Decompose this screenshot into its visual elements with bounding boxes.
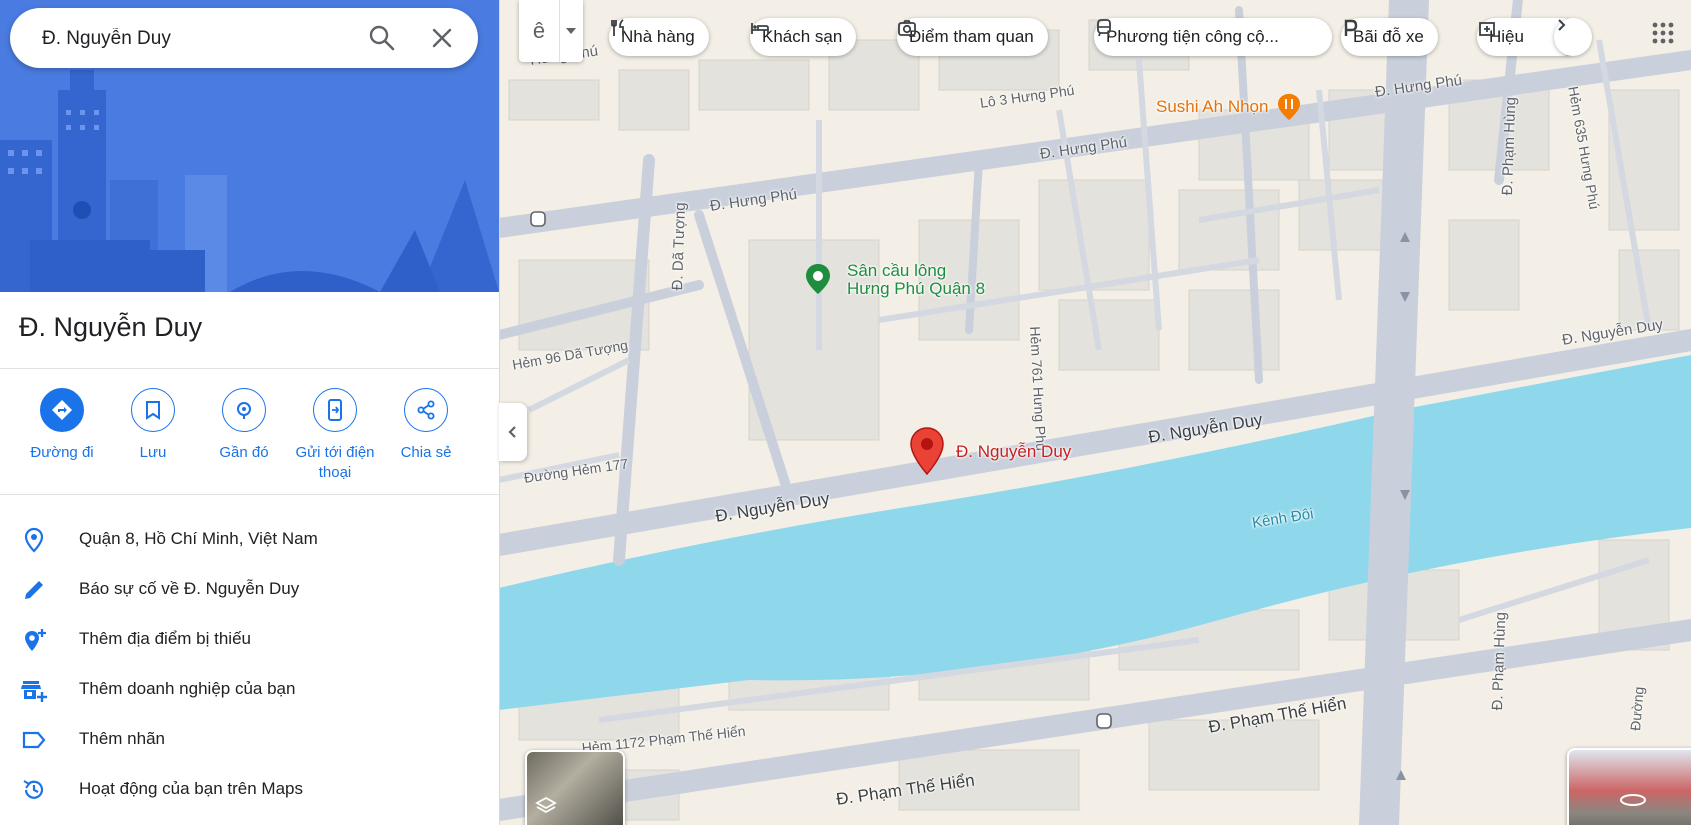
send-to-phone-icon <box>328 399 342 421</box>
action-label: Chia sẻ <box>400 444 452 461</box>
layers-button[interactable] <box>525 750 625 825</box>
add-business-icon <box>21 681 47 702</box>
input-tools-button[interactable]: ê <box>519 0 560 62</box>
place-panel: Đ. Nguyễn Duy Đường đi Lưu Gần đó Gửi tớ… <box>0 0 500 825</box>
chip-hotels[interactable]: Khách sạn <box>750 18 857 56</box>
address-row[interactable]: Quận 8, Hồ Chí Minh, Việt Nam <box>0 516 499 562</box>
restaurant-marker-icon[interactable] <box>1277 93 1301 121</box>
add-place-icon <box>25 629 46 651</box>
place-title: Đ. Nguyễn Duy <box>19 312 203 342</box>
camera-icon <box>898 20 916 36</box>
chip-label: Phương tiện công cộ... <box>1106 27 1279 46</box>
send-to-phone-button[interactable]: Gửi tới điện thoại <box>289 388 381 483</box>
chips-next-button[interactable] <box>1554 18 1592 56</box>
action-label: Gần đó <box>219 444 269 461</box>
input-tools-box: ê <box>519 0 583 62</box>
input-tools-dropdown[interactable] <box>559 0 583 62</box>
nearby-icon <box>237 402 251 419</box>
hero-illustration <box>0 0 499 292</box>
chevron-right-icon <box>1558 19 1566 31</box>
directions-button[interactable]: Đường đi <box>16 388 108 463</box>
search-input[interactable] <box>40 8 364 70</box>
maps-activity-text: Hoạt động của bạn trên Maps <box>79 779 303 798</box>
add-business-row[interactable]: Thêm doanh nghiệp của bạn <box>0 666 499 712</box>
street-label: Đ. Dã Tượng <box>669 202 690 291</box>
add-label-row[interactable]: Thêm nhãn <box>0 716 499 762</box>
street-label: Đ. Phạm Hùng <box>1489 611 1510 711</box>
apps-grid-icon[interactable] <box>1652 22 1674 44</box>
save-button[interactable]: Lưu <box>107 388 199 463</box>
bookmark-icon <box>146 401 160 420</box>
divider <box>0 494 499 495</box>
location-pin-icon[interactable] <box>910 427 944 475</box>
report-issue-row[interactable]: Báo sự cố về Đ. Nguyễn Duy <box>0 566 499 612</box>
rotate-360-icon <box>1620 794 1646 806</box>
sports-venue-marker-icon[interactable] <box>805 263 831 295</box>
address-text: Quận 8, Hồ Chí Minh, Việt Nam <box>79 529 318 548</box>
place-label[interactable]: Sân cầu lông Hưng Phú Quận 8 <box>847 262 985 298</box>
collapse-panel-button[interactable] <box>499 403 527 461</box>
action-label: Lưu <box>139 444 167 461</box>
add-business-text: Thêm doanh nghiệp của bạn <box>79 679 296 698</box>
street-view-thumbnail[interactable] <box>1567 748 1691 825</box>
chip-attractions[interactable]: Điểm tham quan <box>897 18 1048 56</box>
history-icon <box>23 780 44 799</box>
pharmacy-icon <box>1479 22 1495 36</box>
pencil-icon <box>25 581 43 599</box>
add-missing-place-text: Thêm địa điểm bị thiếu <box>79 629 251 648</box>
chip-transit[interactable]: Phương tiện công cộ... <box>1094 18 1332 56</box>
chip-label: Điểm tham quan <box>909 27 1034 46</box>
restaurant-icon <box>611 19 624 36</box>
hotel-icon <box>751 23 769 34</box>
divider <box>0 368 499 369</box>
directions-icon <box>52 400 72 420</box>
search-box <box>10 8 478 70</box>
layers-icon <box>535 796 557 814</box>
chip-parking[interactable]: Bãi đỗ xe <box>1341 18 1438 56</box>
maps-activity-row[interactable]: Hoạt động của bạn trên Maps <box>0 766 499 812</box>
street-label: Đ. Phạm Hùng <box>1499 96 1520 196</box>
add-missing-place-row[interactable]: Thêm địa điểm bị thiếu <box>0 616 499 662</box>
chip-label: Khách sạn <box>762 27 843 46</box>
selected-place-label[interactable]: Đ. Nguyễn Duy <box>956 442 1071 462</box>
nearby-button[interactable]: Gần đó <box>198 388 290 463</box>
search-icon <box>369 25 395 51</box>
place-label[interactable]: Sushi Ah Nhọn <box>1156 97 1268 117</box>
chevron-left-icon <box>508 426 516 438</box>
chip-label: Nhà hàng <box>621 27 695 46</box>
report-issue-text: Báo sự cố về Đ. Nguyễn Duy <box>79 579 300 598</box>
chip-restaurants[interactable]: Nhà hàng <box>609 18 709 56</box>
transit-icon <box>1097 19 1111 37</box>
caret-down-icon <box>566 28 576 34</box>
share-button[interactable]: Chia sẻ <box>380 388 472 463</box>
share-icon <box>417 400 435 420</box>
close-icon <box>432 28 452 48</box>
chip-label: Bãi đỗ xe <box>1353 27 1424 46</box>
add-label-text: Thêm nhãn <box>79 729 165 748</box>
label-icon <box>22 731 46 749</box>
location-pin-icon <box>24 527 44 553</box>
parking-icon <box>1344 19 1358 36</box>
clear-search-button[interactable] <box>426 22 458 54</box>
map-canvas[interactable]: Hưng Phú Đ. Hưng Phú Đ. Hưng Phú Đ. Hưng… <box>499 0 1691 825</box>
action-label: Gửi tới điện thoại <box>295 444 375 481</box>
action-label: Đường đi <box>30 444 94 461</box>
search-button[interactable] <box>366 22 398 54</box>
